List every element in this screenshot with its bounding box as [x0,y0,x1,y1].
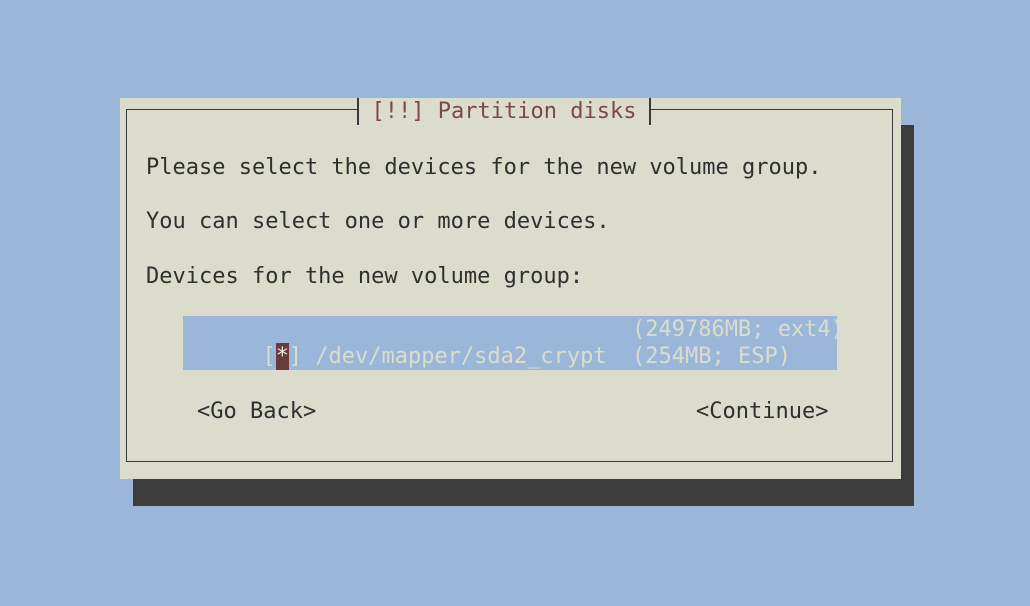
device-info: (254MB; ESP) [632,344,791,369]
selection-hint-text: You can select one or more devices. [146,209,610,234]
instruction-text: Please select the devices for the new vo… [146,155,822,180]
device-row-sda2-crypt[interactable]: [*] /dev/mapper/sda2_crypt (249786MB; ex… [183,316,844,370]
device-checkbox-sda1[interactable] [276,370,289,397]
device-list-label: Devices for the new volume group: [146,264,584,289]
device-row-sda1[interactable]: [ ] /dev/sda1 (254MB; ESP) [183,343,837,396]
device-path: /dev/sda1 [301,371,435,396]
device-list[interactable]: [*] /dev/mapper/sda2_crypt (249786MB; ex… [183,316,844,396]
checkbox-open-bracket: [ [262,371,276,396]
continue-button[interactable]: <Continue> [696,398,828,425]
dialog-title-box: [!!] Partition disks [357,98,651,125]
device-info: (249786MB; ext4) [632,317,844,342]
checkbox-close-bracket: ] [288,371,302,396]
dialog-title: [!!] Partition disks [371,99,637,124]
go-back-button[interactable]: <Go Back> [197,398,316,425]
partition-dialog: [!!] Partition disks Please select the d… [120,98,901,479]
